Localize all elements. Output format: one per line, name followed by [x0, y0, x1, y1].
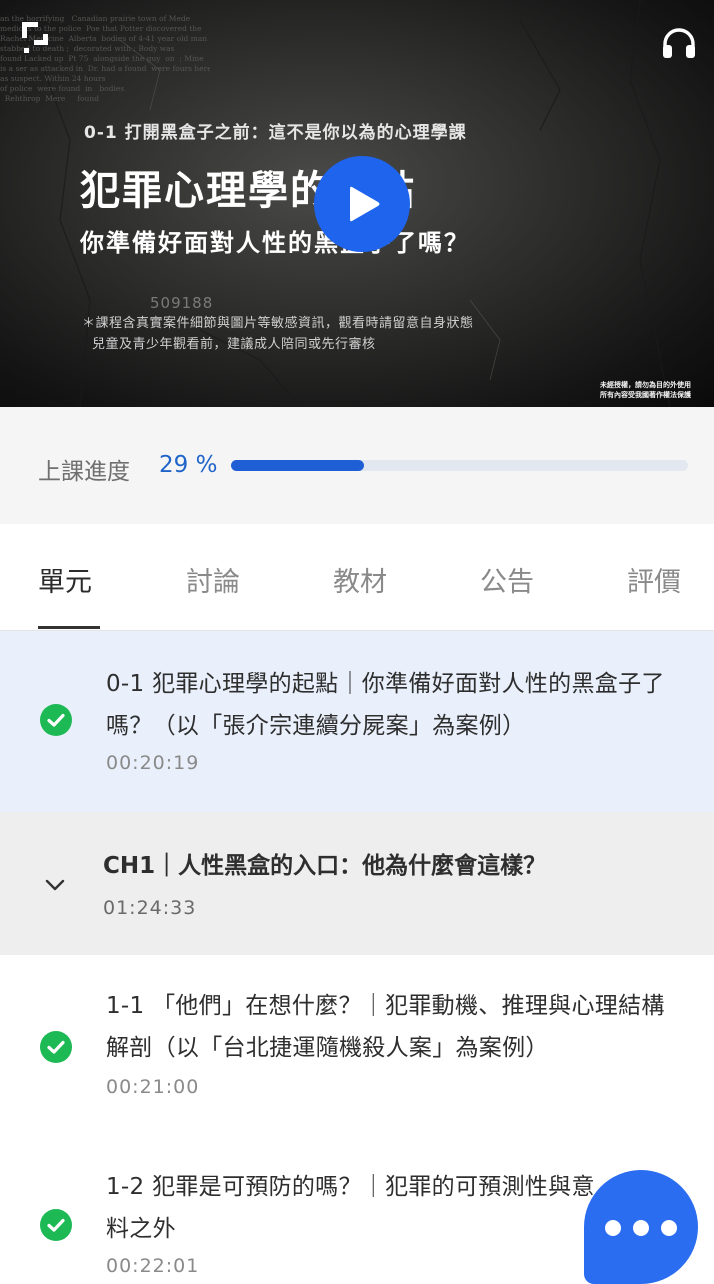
tab-reviews[interactable]: 評價: [627, 560, 681, 599]
lesson-item[interactable]: 1-1 「他們」在想什麼？｜犯罪動機、推理與心理結構解剖（以「台北捷運隨機殺人案…: [0, 955, 714, 1135]
tab-materials[interactable]: 教材: [333, 560, 387, 599]
headphone-icon[interactable]: [660, 24, 698, 62]
course-progress: 上課進度 29 %: [0, 407, 714, 524]
check-circle-icon: [40, 704, 72, 736]
tab-discussion[interactable]: 討論: [186, 560, 240, 599]
tab-bar: 單元 討論 教材 公告 評價: [0, 524, 714, 631]
active-tab-indicator: [38, 626, 100, 629]
video-subtitle: 你準備好面對人性的黑盒子了嗎？: [80, 228, 470, 257]
episode-label: 0-1 打開黑盒子之前：這不是你以為的心理學課: [84, 123, 467, 143]
lesson-duration: 00:20:19: [106, 752, 200, 774]
chat-button[interactable]: [584, 1170, 698, 1284]
play-button[interactable]: [314, 156, 410, 252]
chevron-down-icon: [45, 879, 65, 891]
tab-units[interactable]: 單元: [38, 560, 92, 599]
progress-percent: 29 %: [159, 452, 218, 478]
chapter-title: CH1｜人性黑盒的入口：他為什麼會這樣？: [103, 853, 547, 879]
content-warning-minors: 兒童及青少年觀看前，建議成人陪同或先行審核: [92, 337, 376, 352]
lesson-duration: 00:22:01: [106, 1255, 200, 1277]
content-warning: ＊課程含真實案件細節與圖片等敏感資訊，觀看時請留意自身狀態: [82, 316, 474, 331]
progress-bar: [231, 460, 688, 471]
check-circle-icon: [40, 1209, 72, 1241]
lesson-title: 1-2 犯罪是可預防的嗎？｜犯罪的可預測性與意料之外: [106, 1174, 595, 1242]
progress-label: 上課進度: [38, 459, 130, 485]
copyright-notice: 未經授權，請勿為目的外使用 所有內容受我國著作權法保護: [600, 380, 704, 400]
lesson-title: 0-1 犯罪心理學的起點｜你準備好面對人性的黑盒子了嗎？（以「張介宗連續分屍案」…: [106, 671, 665, 739]
progress-bar-fill: [231, 460, 364, 471]
copyright-line: 未經授權，請勿為目的外使用: [600, 381, 691, 389]
chapter-header[interactable]: CH1｜人性黑盒的入口：他為什麼會這樣？ 01:24:33: [0, 812, 714, 955]
copyright-line: 所有內容受我國著作權法保護: [600, 391, 691, 399]
watermark-number: 509188: [150, 294, 214, 312]
tab-announcements[interactable]: 公告: [480, 560, 534, 599]
lesson-duration: 00:21:00: [106, 1076, 200, 1098]
chapter-duration: 01:24:33: [103, 897, 197, 919]
check-circle-icon: [40, 1031, 72, 1063]
lesson-title: 1-1 「他們」在想什麼？｜犯罪動機、推理與心理結構解剖（以「台北捷運隨機殺人案…: [106, 993, 665, 1061]
video-player[interactable]: an the horrifying Canadian prairie town …: [0, 0, 714, 407]
lesson-item-current[interactable]: 0-1 犯罪心理學的起點｜你準備好面對人性的黑盒子了嗎？（以「張介宗連續分屍案」…: [0, 631, 714, 812]
play-icon: [350, 186, 380, 222]
brand-logo-icon: [22, 22, 48, 53]
